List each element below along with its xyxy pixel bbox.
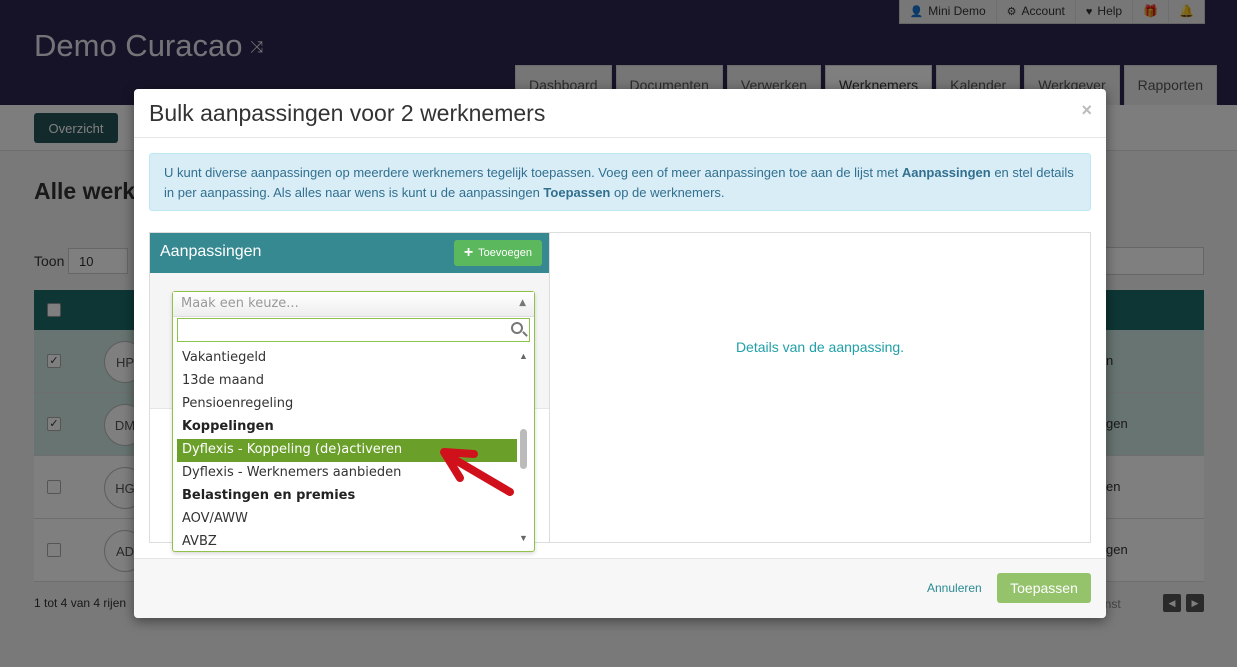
modal-title: Bulk aanpassingen voor 2 werknemers [149,100,546,126]
info-alert: U kunt diverse aanpassingen op meerdere … [149,153,1091,211]
select-option[interactable]: AOV/AWW [177,508,517,531]
info-bold: Toepassen [543,185,611,200]
info-text: op de werknemers. [610,185,725,200]
adjustments-title: Aanpassingen [160,243,262,260]
modal-header: Bulk aanpassingen voor 2 werknemers × [134,89,1106,138]
adjustments-panel-header: Aanpassingen + Toevoegen [150,233,549,273]
select-search-input[interactable] [177,318,530,342]
select-option[interactable]: Vakantiegeld [177,347,517,370]
select-option[interactable]: AVBZ [177,531,517,549]
select-placeholder: Maak een keuze... [181,296,299,311]
cancel-link[interactable]: Annuleren [927,581,982,595]
select-current[interactable]: Maak een keuze... ▲ [173,292,534,317]
search-icon [511,322,523,334]
scroll-down-icon[interactable]: ▼ [519,533,528,543]
annotation-arrow-icon [440,448,514,496]
info-text: U kunt diverse aanpassingen op meerdere … [164,165,902,180]
details-placeholder: Details van de aanpassing. [735,339,905,355]
close-icon[interactable]: × [1081,100,1092,121]
details-panel: Details van de aanpassing. [549,232,1091,543]
plus-icon: + [463,244,474,261]
scroll-up-icon[interactable]: ▲ [519,351,528,361]
info-bold: Aanpassingen [901,165,991,180]
add-button-label: Toevoegen [478,247,532,259]
apply-button[interactable]: Toepassen [997,573,1091,603]
select-option[interactable]: 13de maand [177,370,517,393]
select-group-label: Koppelingen [182,419,274,434]
chevron-up-icon: ▲ [519,298,526,308]
adjustment-select[interactable]: Maak een keuze... ▲ Vakantiegeld 13de ma… [172,291,535,552]
add-adjustment-button[interactable]: + Toevoegen [453,240,542,266]
select-option[interactable]: Pensioenregeling [177,393,517,416]
modal-footer: Annuleren Toepassen [134,558,1106,618]
